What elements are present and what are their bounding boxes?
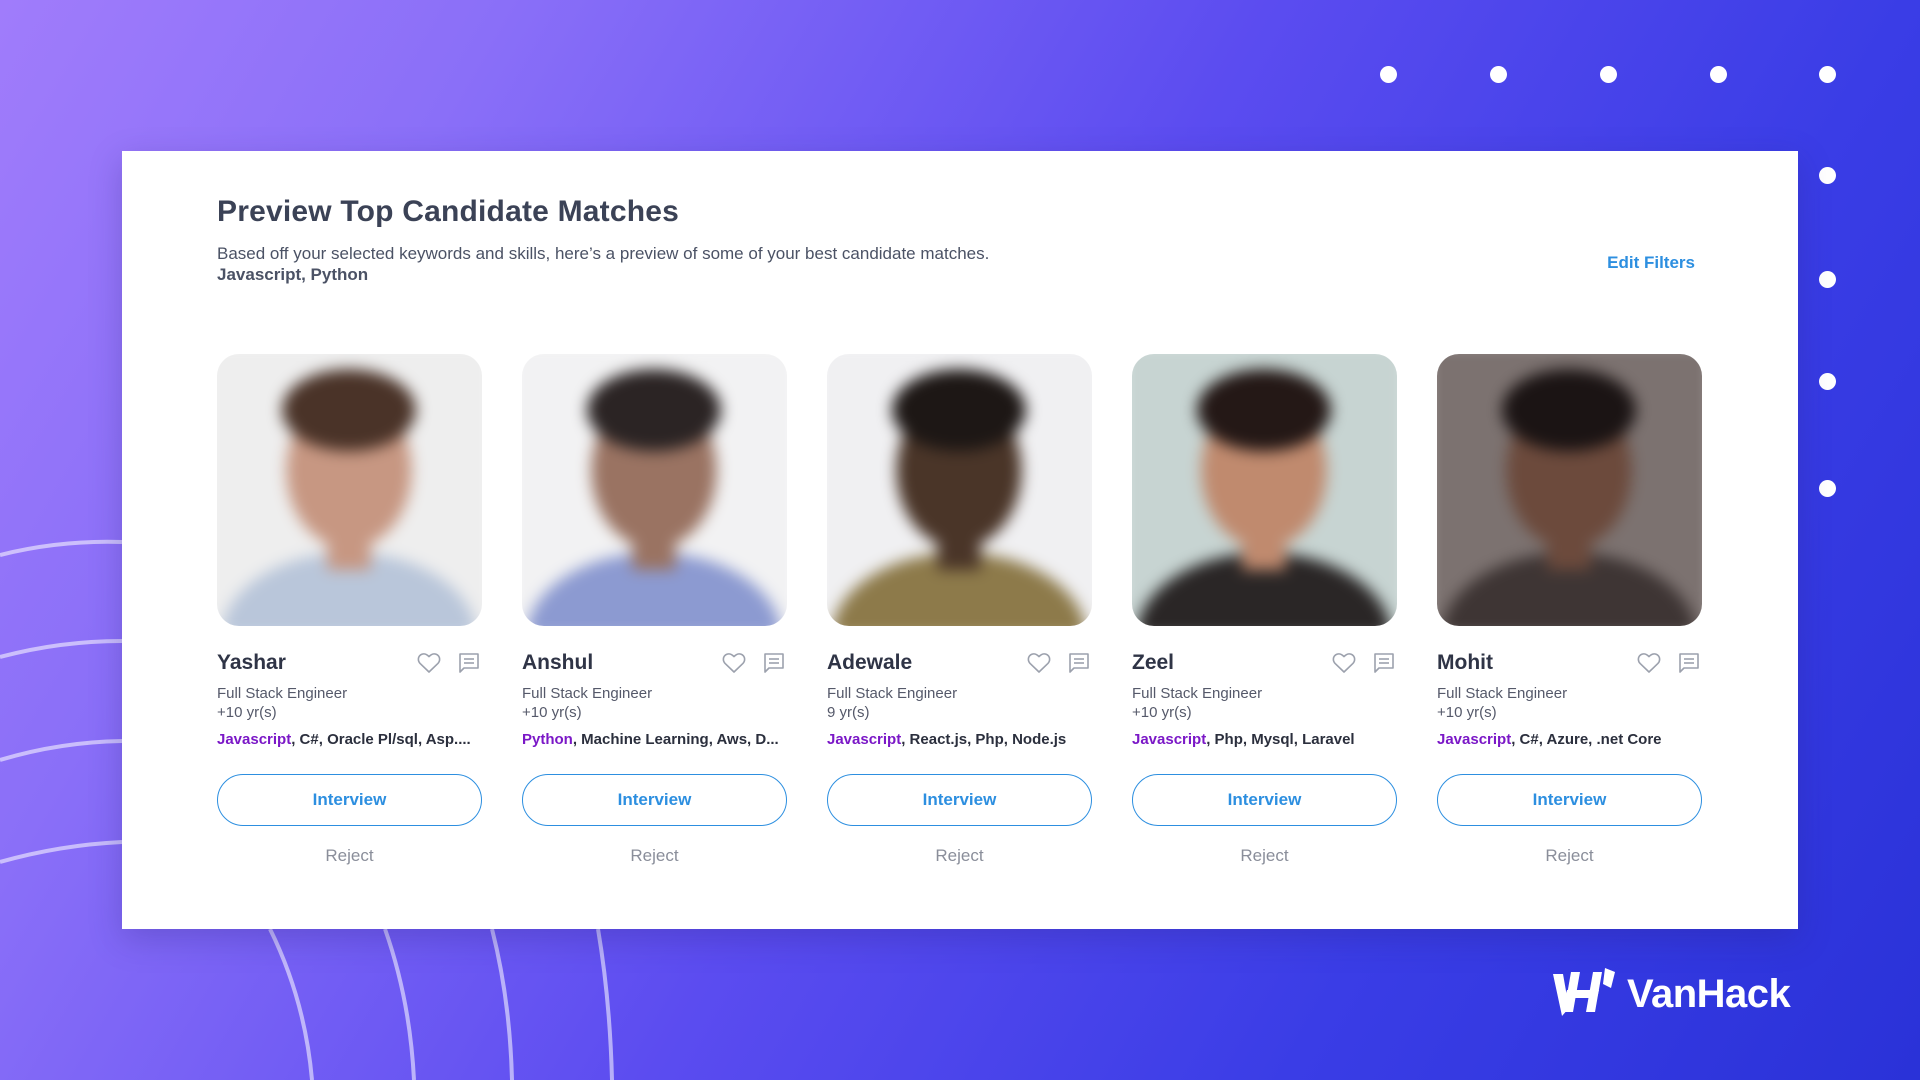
message-icon[interactable] (761, 650, 787, 676)
other-skills: , React.js, Php, Node.js (901, 731, 1067, 748)
candidate-matches-card: Preview Top Candidate Matches Based off … (122, 151, 1798, 929)
message-icon[interactable] (1066, 650, 1092, 676)
candidate-skills: Javascript, Php, Mysql, Laravel (1132, 731, 1397, 748)
other-skills: , C#, Oracle Pl/sql, Asp.... (291, 731, 471, 748)
candidate-name[interactable]: Yashar (217, 651, 286, 675)
favorite-heart-icon[interactable] (1636, 650, 1662, 676)
candidate-role: Full Stack Engineer (1132, 685, 1263, 702)
candidate-name[interactable]: Adewale (827, 651, 912, 675)
candidate-photo[interactable] (827, 354, 1092, 626)
decor-dot (1819, 167, 1836, 184)
candidate-actions (1331, 650, 1397, 676)
candidate-card: Mohit Full Stack Engineer +10 yr(s) Java… (1437, 354, 1702, 884)
selected-keywords: Javascript, Python (217, 265, 369, 284)
message-icon[interactable] (1371, 650, 1397, 676)
candidate-name[interactable]: Anshul (522, 651, 593, 675)
reject-button[interactable]: Reject (1132, 841, 1397, 871)
reject-button[interactable]: Reject (1437, 841, 1702, 871)
decor-dot (1380, 66, 1397, 83)
candidate-experience: +10 yr(s) (522, 704, 582, 721)
primary-skill: Javascript (827, 731, 902, 748)
candidate-experience: +10 yr(s) (217, 704, 277, 721)
primary-skill: Javascript (217, 731, 292, 748)
candidate-card: Anshul Full Stack Engineer +10 yr(s) Pyt… (522, 354, 787, 884)
candidate-photo[interactable] (1132, 354, 1397, 626)
candidate-role: Full Stack Engineer (827, 685, 958, 702)
brand-name: VanHack (1627, 971, 1791, 1016)
interview-button[interactable]: Interview (827, 774, 1092, 826)
interview-button[interactable]: Interview (522, 774, 787, 826)
candidate-role: Full Stack Engineer (522, 685, 653, 702)
favorite-heart-icon[interactable] (416, 650, 442, 676)
decor-dot (1819, 480, 1836, 497)
candidate-photo[interactable] (522, 354, 787, 626)
candidate-actions (416, 650, 482, 676)
other-skills: , Machine Learning, Aws, D... (572, 731, 779, 748)
candidate-card: Adewale Full Stack Engineer 9 yr(s) Java… (827, 354, 1092, 884)
reject-button[interactable]: Reject (217, 841, 482, 871)
candidate-role: Full Stack Engineer (217, 685, 348, 702)
interview-button[interactable]: Interview (1437, 774, 1702, 826)
favorite-heart-icon[interactable] (1026, 650, 1052, 676)
other-skills: , C#, Azure, .net Core (1511, 731, 1662, 748)
candidate-card: Yashar Full Stack Engineer +10 yr(s) Jav… (217, 354, 482, 884)
candidate-photo[interactable] (217, 354, 482, 626)
candidate-name[interactable]: Mohit (1437, 651, 1493, 675)
primary-skill: Javascript (1437, 731, 1512, 748)
candidate-photo[interactable] (1437, 354, 1702, 626)
reject-button[interactable]: Reject (522, 841, 787, 871)
candidate-actions (1636, 650, 1702, 676)
favorite-heart-icon[interactable] (1331, 650, 1357, 676)
decor-dot (1819, 66, 1836, 83)
interview-button[interactable]: Interview (1132, 774, 1397, 826)
page-subtitle: Based off your selected keywords and ski… (217, 244, 990, 263)
reject-button[interactable]: Reject (827, 841, 1092, 871)
decor-dot (1710, 66, 1727, 83)
page-title: Preview Top Candidate Matches (217, 195, 680, 228)
decor-dot (1490, 66, 1507, 83)
decor-dot (1819, 373, 1836, 390)
candidate-skills: Javascript, C#, Azure, .net Core (1437, 731, 1702, 748)
interview-button[interactable]: Interview (217, 774, 482, 826)
candidate-skills: Javascript, C#, Oracle Pl/sql, Asp.... (217, 731, 482, 748)
candidate-list: Yashar Full Stack Engineer +10 yr(s) Jav… (217, 354, 1703, 884)
candidate-experience: +10 yr(s) (1132, 704, 1192, 721)
vanhack-logo-icon (1553, 968, 1615, 1016)
decor-dot (1600, 66, 1617, 83)
edit-filters-link[interactable]: Edit Filters (1607, 253, 1695, 273)
message-icon[interactable] (1676, 650, 1702, 676)
candidate-role: Full Stack Engineer (1437, 685, 1568, 702)
candidate-name[interactable]: Zeel (1132, 651, 1174, 675)
candidate-experience: +10 yr(s) (1437, 704, 1497, 721)
candidate-actions (721, 650, 787, 676)
message-icon[interactable] (456, 650, 482, 676)
other-skills: , Php, Mysql, Laravel (1206, 731, 1355, 748)
primary-skill: Python (522, 731, 573, 748)
brand-logo: VanHack (1553, 968, 1791, 1020)
candidate-skills: Javascript, React.js, Php, Node.js (827, 731, 1092, 748)
favorite-heart-icon[interactable] (721, 650, 747, 676)
primary-skill: Javascript (1132, 731, 1207, 748)
candidate-actions (1026, 650, 1092, 676)
candidate-skills: Python, Machine Learning, Aws, D... (522, 731, 787, 748)
candidate-card: Zeel Full Stack Engineer +10 yr(s) Javas… (1132, 354, 1397, 884)
decor-dot (1819, 271, 1836, 288)
candidate-experience: 9 yr(s) (827, 704, 870, 721)
